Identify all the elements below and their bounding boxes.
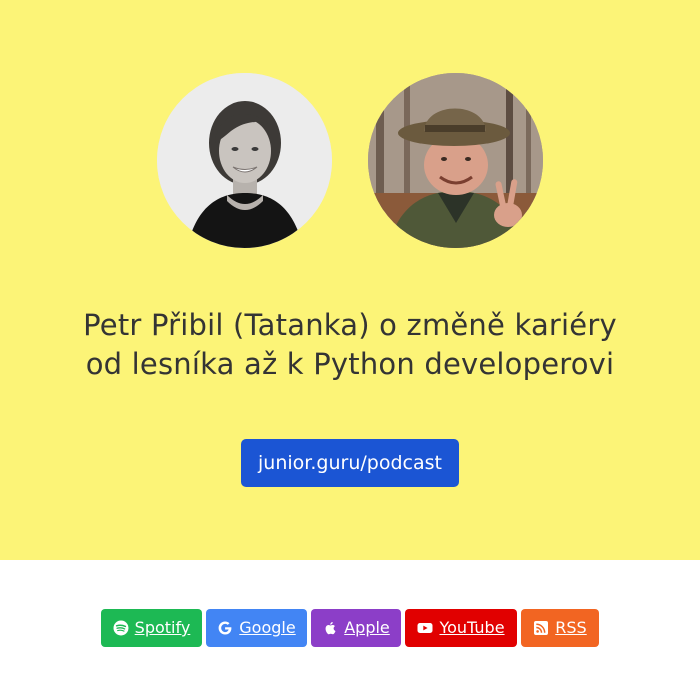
youtube-button[interactable]: YouTube: [405, 609, 517, 647]
episode-title: Petr Přibil (Tatanka) o změně kariéry od…: [20, 306, 680, 384]
google-button[interactable]: Google: [206, 609, 307, 647]
rss-icon: [534, 621, 549, 635]
episode-title-line-1: Petr Přibil (Tatanka) o změně kariéry: [83, 308, 617, 342]
apple-icon: [325, 622, 336, 635]
episode-title-line-2: od lesníka až k Python developerovi: [85, 347, 615, 381]
google-label: Google: [239, 618, 296, 637]
rss-button[interactable]: RSS: [521, 609, 599, 647]
guest-portrait: [368, 73, 543, 248]
host-portrait-image: [157, 73, 332, 248]
spotify-button[interactable]: Spotify: [101, 609, 202, 647]
apple-label: Apple: [344, 618, 390, 637]
google-icon: [218, 621, 232, 635]
apple-button[interactable]: Apple: [311, 609, 401, 647]
host-portrait: [157, 73, 332, 248]
youtube-icon: [417, 623, 433, 633]
youtube-label: YouTube: [439, 618, 505, 637]
spotify-icon: [113, 620, 129, 636]
podcast-link-button[interactable]: junior.guru/podcast: [241, 439, 459, 487]
spotify-label: Spotify: [134, 618, 191, 637]
rss-label: RSS: [555, 618, 587, 637]
guest-portrait-image: [368, 73, 543, 248]
platform-buttons: Spotify Google Apple YouTube RSS: [0, 609, 700, 647]
